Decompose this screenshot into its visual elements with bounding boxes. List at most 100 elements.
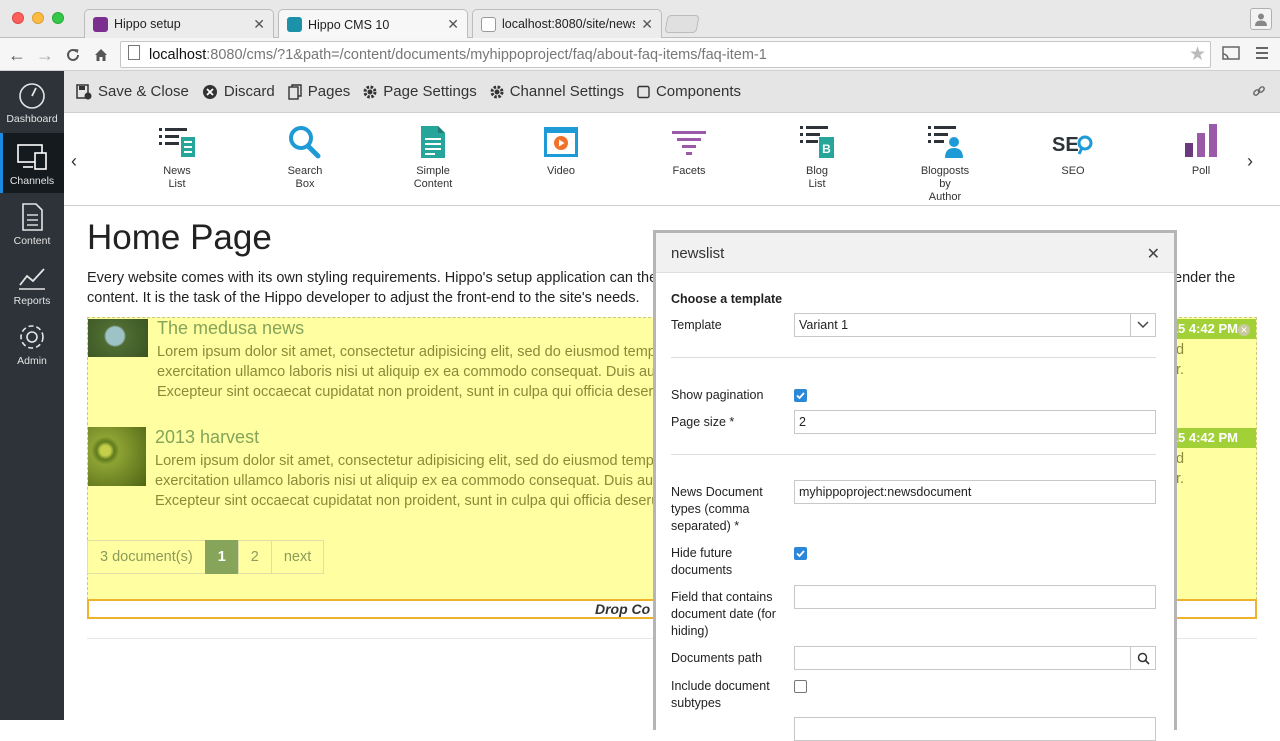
component-properties-dialog: newslist ✕ Choose a template Template Va… xyxy=(653,230,1177,741)
component-label: Simple Content xyxy=(413,165,453,190)
next-field-input[interactable] xyxy=(794,717,1156,741)
browser-toolbar: ← → localhost:8080/cms/?1&path=/content/… xyxy=(0,38,1280,71)
tab-title: Hippo CMS 10 xyxy=(308,17,390,32)
hide-future-checkbox[interactable] xyxy=(794,547,807,560)
component-label: Poll xyxy=(1191,165,1211,177)
seo-icon: SE xyxy=(1052,134,1093,156)
component-video[interactable]: Video xyxy=(516,123,606,178)
page-size-input[interactable]: 2 xyxy=(794,410,1156,434)
news-body-tail: r. xyxy=(1176,362,1185,378)
close-tab-icon[interactable]: ✕ xyxy=(641,16,653,33)
nav-label: Reports xyxy=(13,295,51,307)
template-value: Variant 1 xyxy=(799,318,849,332)
poll-icon xyxy=(1185,124,1217,157)
next-page-button[interactable]: next xyxy=(270,540,325,574)
bookmark-star-icon[interactable]: ★ xyxy=(1189,43,1206,66)
news-body-tail: d xyxy=(1176,342,1185,358)
minimize-window-button[interactable] xyxy=(32,12,44,24)
divider xyxy=(671,454,1156,455)
hippo-favicon-icon xyxy=(93,16,108,32)
gear-icon xyxy=(363,85,377,99)
nav-reports[interactable]: Reports xyxy=(0,253,64,313)
browser-tab-hippo-cms[interactable]: Hippo CMS 10 ✕ xyxy=(278,9,468,39)
nav-admin[interactable]: Admin xyxy=(0,313,64,373)
template-select[interactable]: Variant 1 xyxy=(794,313,1156,337)
maximize-window-button[interactable] xyxy=(52,12,64,24)
component-blogposts-by-author[interactable]: Blogposts by Author xyxy=(900,123,990,204)
component-label: Facets xyxy=(672,165,706,177)
cast-icon[interactable] xyxy=(1222,46,1240,65)
page-icon xyxy=(128,45,140,60)
pages-label: Pages xyxy=(307,83,351,100)
user-profile-button[interactable] xyxy=(1250,8,1272,30)
home-button[interactable] xyxy=(90,44,112,66)
page-1-button[interactable]: 1 xyxy=(204,540,239,574)
page-title: Home Page xyxy=(87,218,272,257)
doc-types-label: News Document types (comma separated) * xyxy=(671,485,763,533)
svg-text:B: B xyxy=(822,142,831,156)
page-settings-label: Page Settings xyxy=(383,83,477,100)
component-seo[interactable]: SE SEO xyxy=(1028,123,1118,178)
date-field-input[interactable] xyxy=(794,585,1156,609)
save-close-button[interactable]: Save & Close xyxy=(76,83,189,100)
pagination: 3 document(s) 1 2 next xyxy=(87,540,325,574)
close-tab-icon[interactable]: ✕ xyxy=(447,16,459,33)
component-facets[interactable]: Facets xyxy=(644,123,734,178)
browser-tab-hippo-setup[interactable]: Hippo setup ✕ xyxy=(84,9,274,38)
components-button[interactable]: Components xyxy=(637,83,741,100)
news-title[interactable]: The medusa news xyxy=(157,318,304,339)
author-icon xyxy=(928,126,963,158)
close-window-button[interactable] xyxy=(12,12,24,24)
component-blog-list[interactable]: B Blog List xyxy=(772,123,862,191)
pages-button[interactable]: Pages xyxy=(288,83,351,100)
save-close-label: Save & Close xyxy=(98,83,189,100)
channel-settings-button[interactable]: Channel Settings xyxy=(490,83,624,100)
browser-tab-localhost-news[interactable]: localhost:8080/site/news/2 ✕ xyxy=(472,9,662,38)
intro-line-1: Every website comes with its own styling… xyxy=(87,270,662,286)
component-simple-content[interactable]: Simple Content xyxy=(388,123,478,191)
chevron-down-icon[interactable] xyxy=(1130,314,1155,336)
hippo-cms-favicon-icon xyxy=(287,17,302,32)
include-subtypes-label: Include document subtypes xyxy=(671,679,770,710)
docs-path-input[interactable] xyxy=(794,646,1156,670)
doc-types-input[interactable]: myhippoproject:newsdocument xyxy=(794,480,1156,504)
nav-dashboard[interactable]: Dashboard xyxy=(0,71,64,131)
back-button[interactable]: ← xyxy=(6,44,28,66)
news-title[interactable]: 2013 harvest xyxy=(155,427,259,448)
component-poll[interactable]: Poll xyxy=(1156,123,1246,178)
link-icon[interactable] xyxy=(1252,84,1266,103)
components-label: Components xyxy=(655,83,742,100)
component-label: Search Box xyxy=(287,165,323,190)
discard-button[interactable]: Discard xyxy=(202,83,275,100)
address-bar[interactable]: localhost:8080/cms/?1&path=/content/docu… xyxy=(120,41,1211,68)
cms-left-nav: Dashboard Channels Content Reports Admin xyxy=(0,71,64,720)
nav-content[interactable]: Content xyxy=(0,193,64,253)
video-icon xyxy=(544,127,578,157)
component-search-box[interactable]: Search Box xyxy=(260,123,350,191)
page-settings-button[interactable]: Page Settings xyxy=(363,83,477,100)
nav-channels[interactable]: Channels xyxy=(0,133,64,193)
save-close-icon xyxy=(76,83,92,100)
component-news-list[interactable]: News List xyxy=(132,123,222,191)
component-label: Blog List xyxy=(805,165,829,190)
square-icon xyxy=(637,85,650,99)
nav-label: Content xyxy=(13,235,51,247)
carousel-prev-button[interactable]: ‹ xyxy=(71,151,77,172)
new-tab-button[interactable] xyxy=(664,15,700,33)
menu-icon[interactable] xyxy=(1256,46,1268,65)
template-label: Template xyxy=(671,318,722,332)
gear-icon xyxy=(490,85,504,99)
page-2-button[interactable]: 2 xyxy=(237,540,272,574)
reload-button[interactable] xyxy=(62,44,84,66)
news-delete-icon[interactable]: ✕ xyxy=(1238,324,1250,336)
carousel-next-button[interactable]: › xyxy=(1247,151,1253,172)
include-subtypes-checkbox[interactable] xyxy=(794,680,807,693)
forward-button[interactable]: → xyxy=(34,44,56,66)
close-tab-icon[interactable]: ✕ xyxy=(253,16,265,33)
search-icon[interactable] xyxy=(1130,647,1155,669)
news-body-tail: d xyxy=(1176,451,1185,467)
close-icon[interactable]: ✕ xyxy=(1147,244,1160,264)
page-favicon-icon xyxy=(481,16,496,32)
gear-icon xyxy=(20,325,44,349)
show-pagination-checkbox[interactable] xyxy=(794,389,807,402)
